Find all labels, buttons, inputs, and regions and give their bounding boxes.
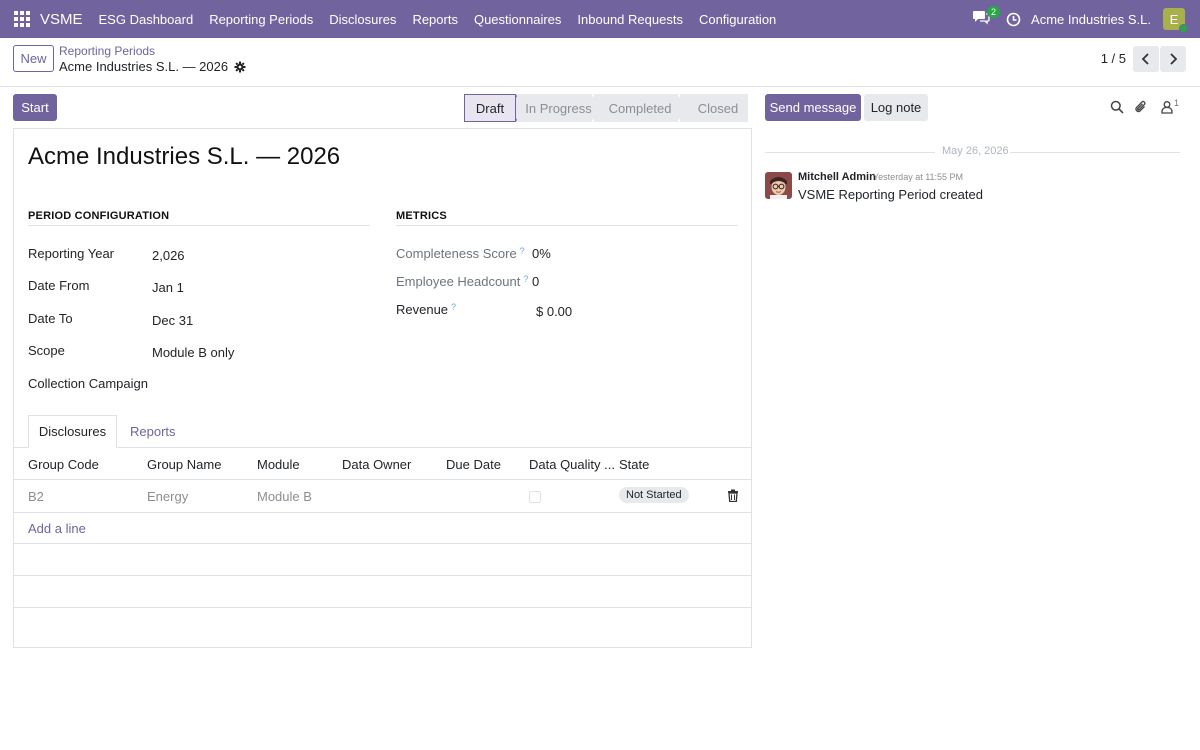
- stage-in-progress[interactable]: In Progress: [517, 94, 592, 122]
- date-separator-label: May 26, 2026: [942, 145, 1009, 157]
- completeness-score-label: Completeness Score?: [396, 246, 525, 261]
- user-avatar[interactable]: E: [1163, 8, 1188, 33]
- revenue-label: Revenue?: [396, 302, 456, 317]
- app-brand[interactable]: VSME: [40, 11, 83, 28]
- status-bar: Draft In Progress Completed Closed: [464, 94, 748, 122]
- empty-row: [14, 575, 751, 607]
- employee-headcount-label: Employee Headcount?: [396, 274, 528, 289]
- control-panel: New Reporting Periods Acme Industries S.…: [0, 38, 1200, 87]
- scope-field[interactable]: Module B only: [152, 345, 234, 360]
- chevron-right-icon: [1170, 53, 1178, 65]
- column-group-name[interactable]: Group Name: [147, 457, 221, 472]
- message-author[interactable]: Mitchell Admin: [798, 171, 876, 183]
- employee-headcount-field[interactable]: 0: [532, 274, 539, 289]
- separator-line: [765, 152, 935, 153]
- breadcrumb-parent-link[interactable]: Reporting Periods: [59, 44, 155, 58]
- completeness-score-label-text: Completeness Score: [396, 246, 517, 261]
- separator-line: [1010, 152, 1180, 153]
- gear-icon[interactable]: [234, 61, 246, 73]
- date-to-label: Date To: [28, 311, 73, 326]
- activity-clock-icon[interactable]: [1006, 12, 1021, 27]
- revenue-field[interactable]: $ 0.00: [536, 304, 572, 319]
- date-separator: May 26, 2026: [765, 145, 1180, 159]
- stage-draft[interactable]: Draft: [464, 94, 516, 122]
- nav-configuration[interactable]: Configuration: [691, 12, 784, 27]
- start-button[interactable]: Start: [13, 94, 57, 121]
- form-sheet: Acme Industries S.L. — 2026 PERIOD CONFI…: [13, 128, 752, 648]
- add-line-link[interactable]: Add a line: [28, 521, 86, 536]
- metrics-heading: METRICS: [396, 210, 447, 222]
- nav-esg-dashboard[interactable]: ESG Dashboard: [91, 12, 202, 27]
- stage-closed[interactable]: Closed: [680, 94, 748, 122]
- help-tooltip-icon[interactable]: ?: [523, 274, 528, 284]
- completeness-score-field: 0%: [532, 246, 551, 261]
- breadcrumb-current-label: Acme Industries S.L. — 2026: [59, 59, 229, 74]
- section-divider: [28, 225, 370, 226]
- table-row[interactable]: B2 Energy Module B Not Started: [14, 480, 751, 513]
- nav-reports[interactable]: Reports: [404, 12, 466, 27]
- period-configuration-heading: PERIOD CONFIGURATION: [28, 210, 170, 222]
- column-module[interactable]: Module: [257, 457, 300, 472]
- log-note-button[interactable]: Log note: [864, 94, 928, 121]
- send-message-button[interactable]: Send message: [765, 94, 861, 121]
- collection-campaign-field[interactable]: [152, 376, 352, 392]
- tab-disclosures[interactable]: Disclosures: [28, 415, 117, 448]
- cell-module: Module B: [257, 489, 312, 504]
- paperclip-icon[interactable]: [1134, 100, 1148, 114]
- nav-reporting-periods[interactable]: Reporting Periods: [201, 12, 321, 27]
- online-status-dot: [1179, 24, 1188, 33]
- column-data-quality[interactable]: Data Quality ...: [529, 457, 615, 472]
- message-body: VSME Reporting Period created: [798, 187, 983, 202]
- pager-value[interactable]: 1 / 5: [1101, 51, 1126, 66]
- message-timestamp: Yesterday at 11:55 PM: [873, 172, 964, 182]
- data-quality-checkbox[interactable]: [529, 491, 541, 503]
- record-title[interactable]: Acme Industries S.L. — 2026: [28, 143, 340, 171]
- section-divider: [396, 225, 738, 226]
- status-badge: Not Started: [619, 487, 689, 503]
- column-group-code[interactable]: Group Code: [28, 457, 99, 472]
- pager-previous-button[interactable]: [1133, 46, 1159, 72]
- table-header: Group Code Group Name Module Data Owner …: [14, 448, 751, 480]
- nav-questionnaires[interactable]: Questionnaires: [466, 12, 569, 27]
- reporting-year-field[interactable]: 2,026: [152, 248, 185, 263]
- trash-icon[interactable]: [727, 489, 739, 503]
- column-state[interactable]: State: [619, 457, 649, 472]
- nav-disclosures[interactable]: Disclosures: [321, 12, 404, 27]
- collection-campaign-label: Collection Campaign: [28, 376, 148, 391]
- scope-label: Scope: [28, 343, 65, 358]
- cell-group-name: Energy: [147, 489, 189, 504]
- revenue-label-text: Revenue: [396, 302, 449, 317]
- followers-count: 1: [1174, 98, 1180, 108]
- author-avatar[interactable]: [765, 172, 792, 199]
- column-due-date[interactable]: Due Date: [446, 457, 501, 472]
- messaging-icon[interactable]: 2: [972, 6, 1001, 29]
- empty-row: [14, 607, 751, 639]
- breadcrumb-current: Acme Industries S.L. — 2026: [59, 59, 246, 74]
- empty-row: [14, 543, 751, 575]
- cell-group-code: B2: [28, 489, 44, 504]
- date-from-label: Date From: [28, 278, 90, 293]
- date-to-field[interactable]: Dec 31: [152, 313, 193, 328]
- apps-menu-icon[interactable]: [14, 11, 30, 27]
- messages-count-badge: 2: [987, 6, 1001, 18]
- reporting-year-label: Reporting Year: [28, 246, 115, 261]
- chevron-left-icon: [1141, 53, 1149, 65]
- user-initial: E: [1169, 11, 1179, 27]
- top-navbar: VSME ESG Dashboard Reporting Periods Dis…: [0, 0, 1200, 38]
- company-switcher[interactable]: Acme Industries S.L.: [1031, 12, 1151, 27]
- new-button[interactable]: New: [13, 45, 54, 72]
- nav-inbound-requests[interactable]: Inbound Requests: [569, 12, 691, 27]
- date-from-field[interactable]: Jan 1: [152, 280, 184, 295]
- tab-reports[interactable]: Reports: [130, 415, 176, 448]
- column-data-owner[interactable]: Data Owner: [342, 457, 411, 472]
- help-tooltip-icon[interactable]: ?: [520, 246, 525, 256]
- stage-completed[interactable]: Completed: [594, 94, 678, 122]
- pager-next-button[interactable]: [1160, 46, 1186, 72]
- search-icon[interactable]: [1110, 100, 1124, 114]
- notebook-tabs: Disclosures Reports: [14, 415, 751, 448]
- employee-headcount-label-text: Employee Headcount: [396, 274, 521, 289]
- followers-icon[interactable]: [1160, 100, 1174, 114]
- help-tooltip-icon[interactable]: ?: [451, 302, 456, 312]
